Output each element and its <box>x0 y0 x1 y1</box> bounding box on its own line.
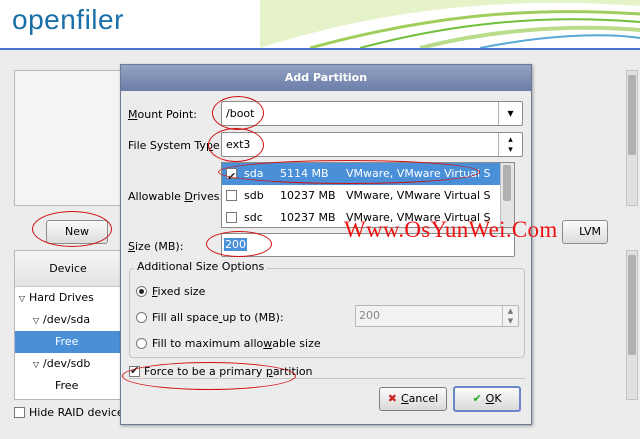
fill-maximum-option[interactable]: Fill to maximum allowable size <box>136 337 321 350</box>
device-tree: Device ▽ Hard Drives ▽/dev/sda Free ▽/dev/sd… <box>14 250 122 400</box>
dialog-title: Add Partition <box>121 65 531 91</box>
updown-arrows-icon[interactable]: ▴ ▾ <box>498 133 522 156</box>
header-swoosh-graphic <box>260 0 640 48</box>
expander-triangle-icon[interactable]: ▽ <box>29 310 43 332</box>
tree-row[interactable]: ▽ Hard Drives <box>15 287 121 309</box>
add-partition-dialog: Add Partition Mount Point: /boot ▾ File … <box>120 64 532 425</box>
ok-button-label: OK <box>485 392 502 405</box>
fill-up-to-option[interactable]: Fill all space up to (MB): <box>136 311 284 324</box>
drive-size: 5114 MB <box>280 167 329 180</box>
hide-raid-option[interactable]: Hide RAID device/ <box>14 406 120 419</box>
tree-row-label: /dev/sdb <box>43 357 91 370</box>
expander-triangle-icon[interactable]: ▽ <box>15 288 29 310</box>
drive-checkbox[interactable] <box>226 166 237 188</box>
mount-point-value[interactable]: /boot <box>226 107 254 120</box>
size-label-text: Size (MB): <box>128 240 184 253</box>
fill-up-to-radio[interactable] <box>136 312 147 323</box>
hide-raid-label: Hide RAID device/ <box>29 406 120 419</box>
primary-partition-option[interactable]: Force to be a primary partition <box>129 364 313 378</box>
drive-row-sda[interactable]: sda 5114 MB VMware, VMware Virtual S <box>222 163 500 188</box>
drive-model: VMware, VMware Virtual S <box>346 167 491 180</box>
cancel-button[interactable]: ✖ Cancel <box>379 387 447 411</box>
fixed-size-option[interactable]: Fixed size <box>136 285 205 298</box>
drive-name: sdc <box>244 211 263 224</box>
cancel-button-label: Cancel <box>400 392 439 405</box>
cancel-icon: ✖ <box>387 392 397 405</box>
drive-checkbox[interactable] <box>226 190 237 201</box>
fill-up-to-label: Fill all space up to (MB): <box>152 311 284 324</box>
drive-model: VMware, VMware Virtual S <box>346 189 491 202</box>
device-column-header[interactable]: Device <box>15 251 121 287</box>
drive-size: 10237 MB <box>280 189 336 202</box>
tree-row-label: Free <box>55 379 79 392</box>
fixed-size-radio[interactable] <box>136 286 147 297</box>
drive-name: sdb <box>244 189 264 202</box>
drive-size: 10237 MB <box>280 211 336 224</box>
fill-up-to-value[interactable]: 200 <box>359 309 380 322</box>
tree-vertical-scrollbar[interactable] <box>626 250 638 400</box>
file-system-type-value[interactable]: ext3 <box>226 138 250 151</box>
tree-row-label: Hard Drives <box>29 291 94 304</box>
header-bar: openfiler <box>0 0 640 48</box>
drive-row-sdb[interactable]: sdb 10237 MB VMware, VMware Virtual S <box>222 185 500 207</box>
fill-maximum-radio[interactable] <box>136 338 147 349</box>
allowable-drives-label-text: Allowable Drives: <box>128 190 224 203</box>
tree-row[interactable]: ▽/dev/sdb <box>15 353 121 375</box>
tree-row[interactable]: ▽/dev/sda <box>15 309 121 331</box>
fill-up-to-spinner[interactable]: 200 ▲ ▼ <box>355 305 519 327</box>
size-value[interactable]: 200 <box>224 238 247 251</box>
file-system-type-label-text: File System Type: <box>128 139 224 152</box>
new-partition-button[interactable]: New <box>46 220 108 244</box>
primary-partition-label: Force to be a primary partition <box>144 365 313 378</box>
tree-row[interactable]: Free <box>15 375 121 397</box>
mount-point-label-text: Mount Point: <box>128 108 198 121</box>
openfiler-logo: openfiler <box>12 4 124 35</box>
spinner-arrows-icon[interactable]: ▲ ▼ <box>502 306 518 326</box>
chevron-down-icon[interactable]: ▾ <box>498 102 522 125</box>
primary-partition-checkbox[interactable] <box>129 364 140 377</box>
additional-size-options-title: Additional Size Options <box>134 260 268 273</box>
file-system-type-select[interactable]: ext3 ▴ ▾ <box>221 132 523 157</box>
dialog-separator <box>129 378 525 379</box>
drive-checkbox[interactable] <box>226 212 237 223</box>
ok-button[interactable]: ✔ OK <box>453 386 521 412</box>
hide-raid-checkbox[interactable] <box>14 407 25 418</box>
tree-row[interactable]: Free <box>15 331 121 353</box>
expander-triangle-icon[interactable]: ▽ <box>29 354 43 376</box>
vertical-scrollbar[interactable] <box>626 70 638 206</box>
lvm-button[interactable]: LVM <box>562 220 608 244</box>
fill-maximum-label: Fill to maximum allowable size <box>152 337 321 350</box>
tree-row-label: Free <box>55 335 79 348</box>
tree-row-label: /dev/sda <box>43 313 91 326</box>
fixed-size-label: Fixed size <box>152 285 206 298</box>
disk-graphic-area <box>14 70 122 206</box>
drive-name: sda <box>244 167 264 180</box>
mount-point-combo[interactable]: /boot ▾ <box>221 101 523 126</box>
watermark-text: Www.OsYunWei.Com <box>344 217 558 242</box>
ok-icon: ✔ <box>472 392 482 405</box>
